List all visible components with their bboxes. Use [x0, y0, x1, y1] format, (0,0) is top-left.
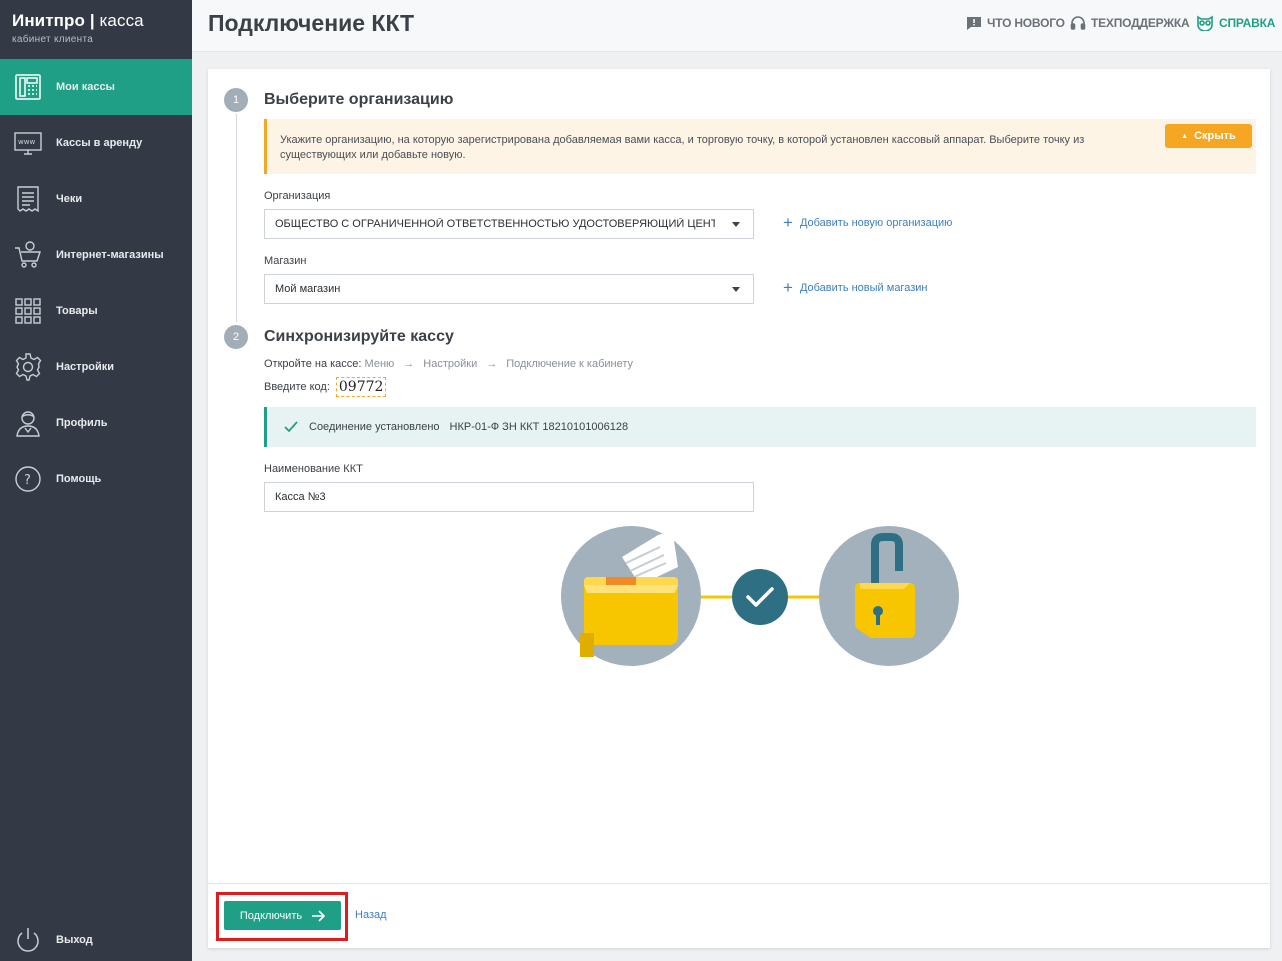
sidebar: Инитпро | касса кабинет клиента Мои касс…: [0, 0, 192, 961]
sidebar-item-label: Кассы в аренду: [56, 137, 143, 149]
brand-product: касса: [99, 11, 144, 30]
open-on-register-label: Откройте на кассе:: [264, 358, 362, 370]
whats-new-link[interactable]: ЧТО НОВОГО: [966, 15, 1065, 31]
sidebar-item-label: Мои кассы: [56, 81, 115, 93]
logout-button[interactable]: Выход: [0, 912, 192, 961]
success-check-icon: [732, 569, 788, 625]
sidebar-item-label: Помощь: [56, 473, 102, 485]
sidebar-item-receipts[interactable]: Чеки: [0, 171, 192, 227]
comment-alert-icon: [967, 17, 981, 30]
kkt-name-label: Наименование ККТ: [264, 463, 363, 475]
sidebar-item-my-registers[interactable]: Мои кассы: [0, 59, 192, 115]
notice-text: Укажите организацию, на которую зарегист…: [280, 134, 1085, 161]
brand-title: Инитпро | касса: [12, 11, 180, 31]
activation-code: 09772: [335, 377, 387, 397]
device-serial: НКР-01-Ф ЗН ККТ 18210101006128: [449, 421, 629, 433]
path-item: Меню: [364, 358, 395, 370]
connection-status-text: Соединение установлено: [309, 421, 440, 433]
sidebar-item-rental-registers[interactable]: www Кассы в аренду: [0, 115, 192, 171]
register-menu-path: Откройте на кассе: Меню → Настройки → По…: [264, 358, 633, 370]
sidebar-item-label: Чеки: [56, 193, 83, 205]
svg-text:www: www: [18, 138, 35, 146]
add-organization-link[interactable]: + Добавить новую организацию: [783, 214, 952, 231]
connection-status: Соединение установлено НКР-01-Ф ЗН ККТ 1…: [264, 407, 1256, 447]
shop-select[interactable]: Мой магазин: [264, 274, 754, 304]
topbar: Подключение ККТ ЧТО НОВОГО ТЕХПОДДЕРЖКА …: [192, 0, 1282, 52]
sidebar-item-goods[interactable]: Товары: [0, 283, 192, 339]
kkt-name-value: Касса №3: [275, 491, 326, 503]
brand[interactable]: Инитпро | касса кабинет клиента: [0, 0, 192, 59]
add-shop-label: Добавить новый магазин: [799, 281, 928, 294]
whats-new-label: ЧТО НОВОГО: [987, 16, 1065, 30]
shopping-cart-icon: [12, 240, 43, 271]
brand-subtitle: кабинет клиента: [12, 34, 94, 45]
help-link[interactable]: СПРАВКА: [1196, 15, 1275, 31]
organization-value: ОБЩЕСТВО С ОГРАНИЧЕННОЙ ОТВЕТСТВЕННОСТЬЮ…: [275, 218, 715, 230]
back-link[interactable]: Назад: [355, 909, 387, 921]
organization-select[interactable]: ОБЩЕСТВО С ОГРАНИЧЕННОЙ ОТВЕТСТВЕННОСТЬЮ…: [264, 209, 754, 239]
connection-illustration: [561, 526, 959, 666]
arrow-right-icon: →: [403, 358, 415, 370]
info-notice: Укажите организацию, на которую зарегист…: [264, 119, 1256, 174]
padlock-icon: [819, 526, 959, 666]
plus-icon: +: [783, 278, 793, 297]
sidebar-item-label: Интернет-магазины: [56, 249, 164, 261]
sidebar-item-label: Товары: [56, 305, 98, 317]
receipt-icon: [12, 184, 43, 215]
path-item: Подключение к кабинету: [506, 358, 633, 370]
step-1-title: Выберите организацию: [264, 91, 454, 108]
path-item: Настройки: [423, 358, 478, 370]
sidebar-item-profile[interactable]: Профиль: [0, 395, 192, 451]
power-icon: [12, 925, 43, 956]
hide-notice-button[interactable]: ▲ Скрыть: [1165, 124, 1252, 148]
sidebar-item-settings[interactable]: Настройки: [0, 339, 192, 395]
gear-icon: [12, 352, 43, 383]
caret-up-icon: ▲: [1181, 132, 1189, 140]
grid-icon: [12, 296, 43, 327]
support-link[interactable]: ТЕХПОДДЕРЖКА: [1070, 15, 1190, 31]
svg-text:?: ?: [24, 473, 31, 488]
headset-icon: [1070, 16, 1086, 30]
cash-register-icon: [12, 72, 43, 103]
step-number-1: 1: [224, 88, 248, 112]
support-label: ТЕХПОДДЕРЖКА: [1091, 16, 1190, 30]
sidebar-item-label: Настройки: [56, 361, 115, 373]
hide-label: Скрыть: [1194, 130, 1236, 142]
receipt-printer-icon: [561, 526, 701, 666]
connect-button-highlight: [216, 892, 348, 941]
help-label: СПРАВКА: [1219, 16, 1276, 30]
footer-divider: [208, 883, 1270, 884]
help-circle-icon: ?: [12, 464, 43, 495]
code-label: Введите код:: [264, 381, 330, 393]
step-2-title: Синхронизируйте кассу: [264, 328, 454, 345]
user-icon: [12, 408, 43, 439]
sidebar-item-label: Профиль: [56, 417, 108, 429]
organization-label: Организация: [264, 190, 331, 202]
add-shop-link[interactable]: + Добавить новый магазин: [783, 279, 927, 296]
check-icon: [284, 421, 298, 433]
arrow-right-icon: →: [486, 358, 498, 370]
step-number-2: 2: [224, 325, 248, 349]
shop-label: Магазин: [264, 255, 307, 267]
step-connector: [236, 114, 237, 322]
shop-value: Мой магазин: [275, 283, 341, 295]
www-monitor-icon: www: [12, 128, 43, 159]
add-organization-label: Добавить новую организацию: [799, 216, 953, 229]
chevron-down-icon: [732, 287, 740, 292]
brand-separator: |: [89, 11, 95, 30]
sidebar-item-help[interactable]: ? Помощь: [0, 451, 192, 507]
code-row: Введите код: 09772: [264, 377, 387, 397]
sidebar-item-online-shops[interactable]: Интернет-магазины: [0, 227, 192, 283]
page-title: Подключение ККТ: [208, 10, 415, 36]
owl-icon: [1197, 15, 1213, 31]
chevron-down-icon: [732, 222, 740, 227]
logout-label: Выход: [56, 934, 93, 946]
kkt-name-input[interactable]: Касса №3: [264, 482, 754, 512]
plus-icon: +: [783, 213, 793, 232]
brand-name: Инитпро: [12, 11, 85, 30]
